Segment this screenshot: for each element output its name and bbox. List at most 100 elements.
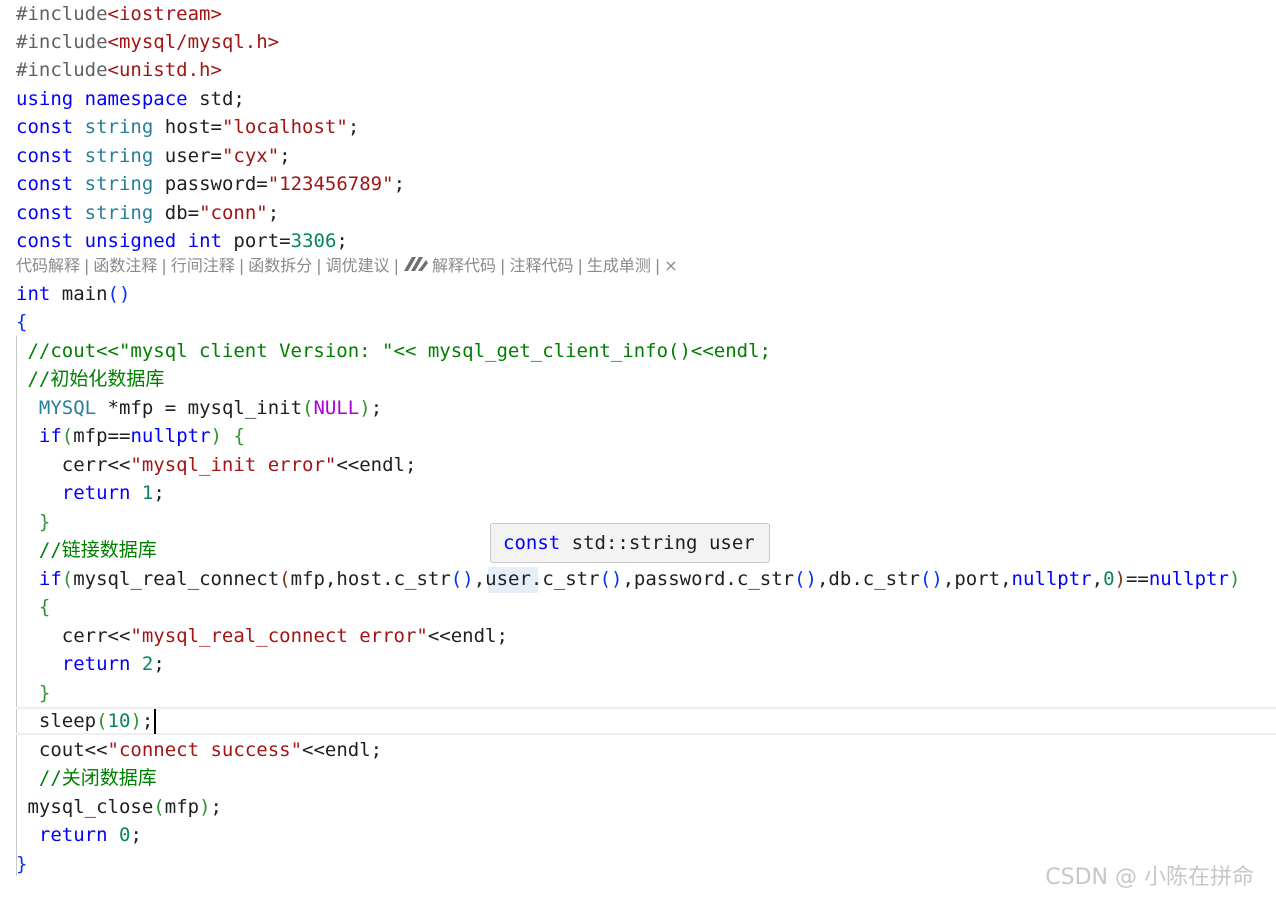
codegeex-logo-icon <box>403 254 429 280</box>
keyword: int <box>187 230 222 252</box>
code-line[interactable]: int main() <box>16 280 130 308</box>
string-literal: "mysql_init error" <box>130 454 337 476</box>
code-line[interactable]: //链接数据库 <box>16 536 157 564</box>
string-literal: "localhost" <box>221 116 348 138</box>
separator: | <box>577 256 583 275</box>
string-literal: "conn" <box>199 202 268 224</box>
number-literal: 2 <box>141 653 154 675</box>
code-line[interactable]: //关闭数据库 <box>16 764 157 792</box>
comment: //关闭数据库 <box>38 767 157 789</box>
code-line[interactable]: const string db="conn"; <box>16 199 279 227</box>
code-line[interactable]: const string password="123456789"; <box>16 170 405 198</box>
keyword: return <box>61 653 131 675</box>
identifier: endl <box>450 625 497 647</box>
string-literal: "connect success" <box>107 739 303 761</box>
number-literal: 10 <box>107 710 131 732</box>
identifier: mfp <box>73 425 108 447</box>
preprocessor: #include <box>16 3 108 25</box>
codelens-action[interactable]: 代码解释 <box>16 256 80 275</box>
code-line[interactable]: //初始化数据库 <box>16 365 164 393</box>
code-line[interactable]: const unsigned int port=3306; <box>16 227 348 255</box>
type: string <box>84 116 154 138</box>
separator: | <box>500 256 506 275</box>
code-line[interactable]: #include<iostream> <box>16 0 222 28</box>
codelens-action[interactable]: 解释代码 <box>432 256 496 275</box>
code-line[interactable]: MYSQL *mfp = mysql_init(NULL); <box>16 394 382 422</box>
code-line[interactable]: mysql_close(mfp); <box>16 793 222 821</box>
identifier: std <box>199 88 234 110</box>
separator: | <box>393 256 400 275</box>
tooltip-name: user <box>708 532 755 554</box>
keyword: if <box>38 425 62 447</box>
identifier: db <box>164 202 188 224</box>
code-line[interactable]: return 2; <box>16 650 165 678</box>
hover-tooltip: const std::string user <box>490 523 770 563</box>
code-line[interactable]: const string user="cyx"; <box>16 142 291 170</box>
identifier: cerr <box>61 454 108 476</box>
code-line[interactable]: #include<unistd.h> <box>16 56 222 84</box>
keyword: return <box>38 824 108 846</box>
codelens-action[interactable]: 调优建议 <box>326 256 390 275</box>
identifier: endl <box>324 739 371 761</box>
separator: | <box>654 256 661 275</box>
code-line[interactable]: return 0; <box>16 821 142 849</box>
code-line[interactable]: sleep(10); <box>16 707 153 735</box>
codelens-action[interactable]: 生成单测 <box>587 256 651 275</box>
function-name: sleep <box>38 710 97 732</box>
include-path: <unistd.h> <box>107 59 222 81</box>
code-line[interactable]: { <box>16 308 27 336</box>
identifier: db <box>828 568 852 590</box>
identifier: port <box>233 230 280 252</box>
codelens-action[interactable]: 注释代码 <box>509 256 573 275</box>
code-line[interactable]: cout<<"connect success"<<endl; <box>16 736 382 764</box>
code-line[interactable]: using namespace std; <box>16 85 245 113</box>
code-line[interactable]: cerr<<"mysql_real_connect error"<<endl; <box>16 622 508 650</box>
identifier: user <box>164 145 211 167</box>
preprocessor: #include <box>16 31 108 53</box>
preprocessor: #include <box>16 59 108 81</box>
keyword: const <box>16 202 74 224</box>
macro: NULL <box>313 397 360 419</box>
number-literal: 3306 <box>290 230 337 252</box>
separator: | <box>238 256 245 275</box>
code-line[interactable]: { <box>16 593 50 621</box>
function-name: c_str <box>736 568 795 590</box>
tooltip-keyword: const <box>503 532 561 554</box>
identifier: mfp <box>164 796 200 818</box>
code-line[interactable]: } <box>16 508 50 536</box>
watermark: CSDN @ 小陈在拼命 <box>1045 865 1254 890</box>
identifier: host <box>336 568 383 590</box>
type: MYSQL <box>38 397 97 419</box>
keyword: using <box>16 88 74 110</box>
code-editor[interactable]: #include<iostream> #include<mysql/mysql.… <box>0 0 1276 897</box>
identifier: cout <box>38 739 85 761</box>
code-line[interactable]: return 1; <box>16 479 165 507</box>
keyword: const <box>16 145 74 167</box>
identifier: host <box>164 116 211 138</box>
codelens-action[interactable]: 行间注释 <box>171 256 235 275</box>
code-line[interactable]: } <box>16 679 50 707</box>
code-line[interactable]: if(mysql_real_connect(mfp,host.c_str(),u… <box>16 565 1241 593</box>
code-line[interactable]: } <box>16 850 27 878</box>
comment: //cout<<"mysql client Version: "<< mysql… <box>27 340 771 362</box>
close-icon[interactable]: × <box>664 256 677 275</box>
separator: | <box>161 256 167 275</box>
identifier: endl <box>359 454 405 476</box>
function-name: mysql_close <box>27 796 154 818</box>
code-line[interactable]: const string host="localhost"; <box>16 113 359 141</box>
identifier: cerr <box>61 625 108 647</box>
codegeex-action-bar: 代码解释 | 函数注释 | 行间注释 | 函数拆分 | 调优建议 | 解释代码 | 注释代码 | 生成单测 |… <box>16 253 678 279</box>
codelens-action[interactable]: 函数注释 <box>93 256 157 275</box>
keyword: namespace <box>84 88 188 110</box>
comment: //初始化数据库 <box>27 368 165 390</box>
string-literal: "123456789" <box>267 173 394 195</box>
identifier: *mfp <box>107 397 154 419</box>
code-line[interactable]: //cout<<"mysql client Version: "<< mysql… <box>16 337 771 365</box>
separator: | <box>84 256 90 275</box>
codelens-action[interactable]: 函数拆分 <box>248 256 312 275</box>
keyword: nullptr <box>130 425 211 447</box>
code-line[interactable]: cerr<<"mysql_init error"<<endl; <box>16 451 417 479</box>
code-line[interactable]: #include<mysql/mysql.h> <box>16 28 279 56</box>
code-line[interactable]: if(mfp==nullptr) { <box>16 422 245 450</box>
keyword: nullptr <box>1011 568 1092 590</box>
